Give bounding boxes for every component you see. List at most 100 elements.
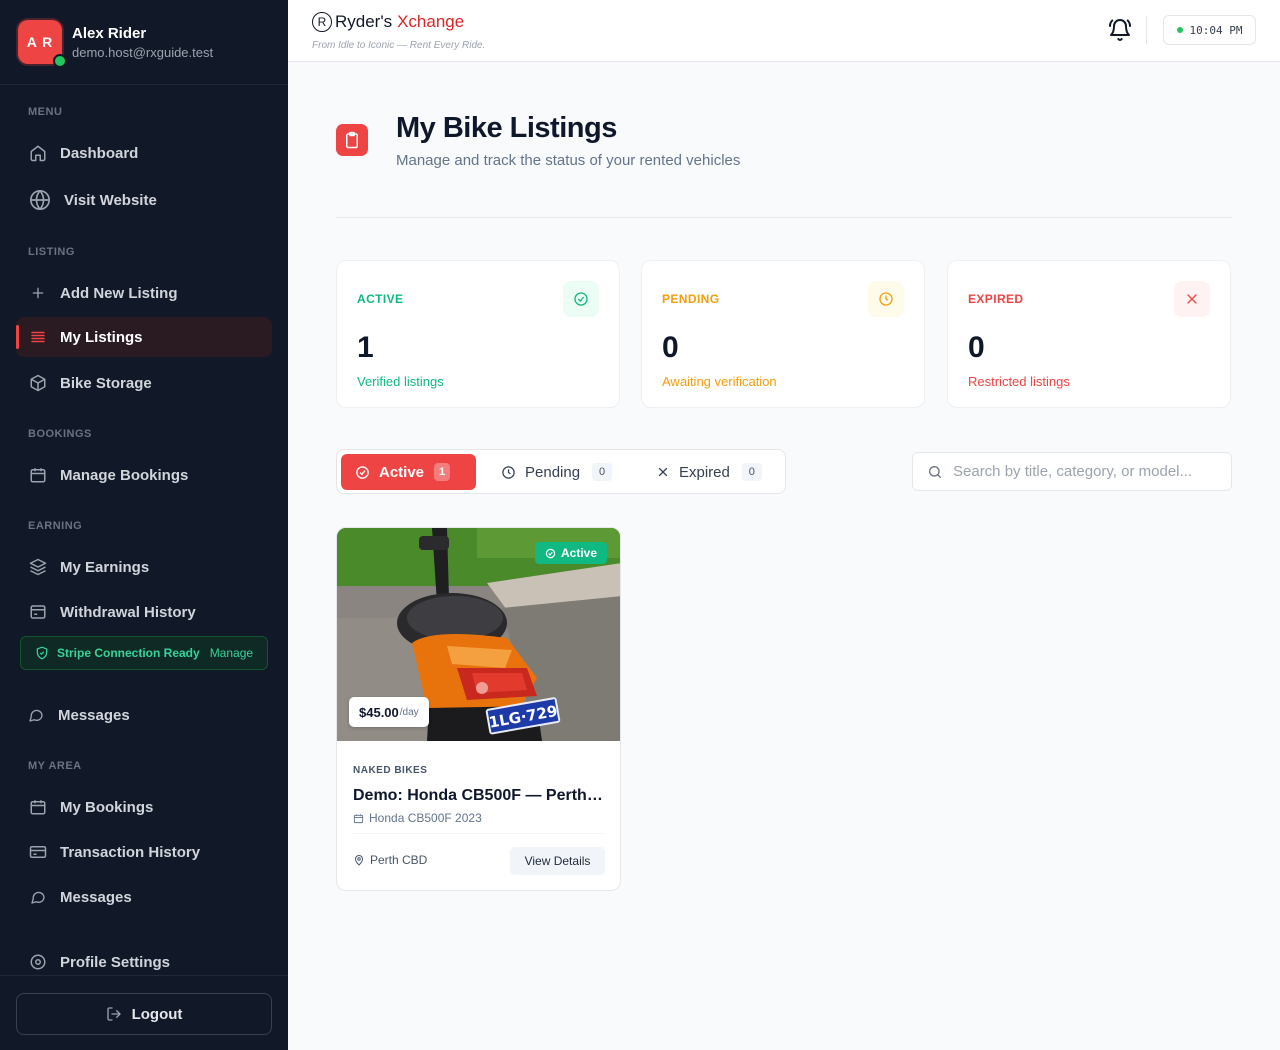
price-badge: $45.00 /day bbox=[349, 697, 429, 727]
settings-icon bbox=[28, 952, 48, 972]
listing-model-text: Honda CB500F 2023 bbox=[369, 811, 482, 825]
price-unit: /day bbox=[399, 706, 419, 718]
listing-location: Perth CBD bbox=[353, 853, 427, 867]
stripe-manage-link[interactable]: Manage bbox=[210, 646, 253, 660]
stat-card-expired: EXPIRED 0 Restricted listings bbox=[947, 260, 1231, 408]
sidebar: A R Alex Rider demo.host@rxguide.test ME… bbox=[0, 0, 288, 1050]
sidebar-item-label: My Listings bbox=[60, 328, 143, 346]
section-divider bbox=[336, 217, 1232, 218]
search-box bbox=[912, 452, 1232, 491]
stat-value: 1 bbox=[357, 331, 374, 364]
stat-label: ACTIVE bbox=[357, 292, 404, 306]
sidebar-item-label: Withdrawal History bbox=[60, 603, 196, 621]
logout-button[interactable]: Logout bbox=[16, 993, 272, 1035]
calendar-icon bbox=[28, 797, 48, 817]
sidebar-item-my-bookings[interactable]: My Bookings bbox=[16, 787, 272, 827]
sidebar-item-label: Dashboard bbox=[60, 144, 139, 162]
home-icon bbox=[28, 143, 48, 163]
tab-active[interactable]: Active 1 bbox=[341, 454, 476, 490]
sidebar-item-label: Bike Storage bbox=[60, 374, 152, 392]
tab-expired[interactable]: Expired 0 bbox=[642, 454, 776, 490]
listing-model: Honda CB500F 2023 bbox=[353, 811, 482, 825]
section-bookings: BOOKINGS bbox=[28, 428, 92, 440]
sidebar-item-label: Messages bbox=[58, 706, 130, 724]
stat-card-pending: PENDING 0 Awaiting verification bbox=[641, 260, 925, 408]
brand-tagline: From Idle to Iconic — Rent Every Ride. bbox=[312, 40, 486, 51]
stat-label: EXPIRED bbox=[968, 292, 1024, 306]
wallet-icon bbox=[28, 602, 48, 622]
clock-display: 10:04 PM bbox=[1163, 15, 1256, 45]
credit-card-icon bbox=[28, 842, 48, 862]
view-details-button[interactable]: View Details bbox=[510, 847, 605, 875]
sidebar-item-manage-bookings[interactable]: Manage Bookings bbox=[16, 455, 272, 495]
avatar[interactable]: A R bbox=[18, 20, 67, 68]
sidebar-item-label: Visit Website bbox=[64, 191, 157, 209]
card-divider bbox=[353, 833, 605, 834]
sidebar-item-dashboard[interactable]: Dashboard bbox=[16, 133, 272, 173]
search-input[interactable] bbox=[953, 463, 1213, 480]
calendar-icon bbox=[28, 465, 48, 485]
sidebar-item-withdrawal-history[interactable]: Withdrawal History bbox=[16, 592, 272, 632]
stat-description: Awaiting verification bbox=[662, 374, 777, 389]
check-circle-icon bbox=[545, 548, 556, 559]
shield-check-icon bbox=[35, 646, 49, 660]
tab-pending[interactable]: Pending 0 bbox=[487, 454, 626, 490]
clock-icon bbox=[868, 281, 904, 317]
stat-card-active: ACTIVE 1 Verified listings bbox=[336, 260, 620, 408]
chat-icon bbox=[26, 705, 46, 725]
clock-time: 10:04 PM bbox=[1189, 23, 1243, 37]
sidebar-item-label: My Earnings bbox=[60, 558, 150, 576]
layers-icon bbox=[28, 557, 48, 577]
header-divider bbox=[1146, 16, 1147, 44]
clock-status-dot bbox=[1176, 27, 1183, 33]
listing-location-text: Perth CBD bbox=[370, 853, 428, 867]
sidebar-item-label: Manage Bookings bbox=[60, 466, 189, 484]
clock-icon bbox=[501, 465, 516, 480]
sidebar-item-my-earnings[interactable]: My Earnings bbox=[16, 547, 272, 587]
brand-name-primary: Ryder's bbox=[335, 12, 393, 31]
globe-icon bbox=[28, 188, 52, 212]
clipboard-icon bbox=[336, 124, 368, 156]
sidebar-item-messages-2[interactable]: Messages bbox=[16, 877, 272, 917]
avatar-initials: A R bbox=[26, 34, 54, 50]
tab-count: 1 bbox=[434, 463, 451, 481]
brand-mark: R bbox=[312, 12, 332, 32]
brand-name-accent: Xchange bbox=[397, 12, 465, 31]
listing-title[interactable]: Demo: Honda CB500F — Perth CBD bbox=[353, 787, 606, 805]
sidebar-item-label: Profile Settings bbox=[60, 953, 171, 971]
stat-value: 0 bbox=[662, 331, 679, 364]
tab-label: Expired bbox=[679, 463, 730, 481]
online-status-dot bbox=[53, 54, 67, 68]
listing-category: NAKED BIKES bbox=[353, 765, 428, 776]
check-circle-icon bbox=[563, 281, 599, 317]
chat-icon bbox=[28, 887, 48, 907]
listing-photo[interactable]: 1LG·729 Active $45.00 /day bbox=[337, 528, 620, 741]
tab-count: 0 bbox=[592, 463, 613, 481]
stat-description: Restricted listings bbox=[968, 374, 1070, 389]
sidebar-item-label: My Bookings bbox=[60, 798, 154, 816]
sidebar-item-my-listings[interactable]: My Listings bbox=[16, 317, 272, 357]
sidebar-item-visit-website[interactable]: Visit Website bbox=[16, 180, 272, 220]
tab-count: 0 bbox=[741, 463, 762, 481]
status-badge: Active bbox=[535, 542, 608, 564]
profile-block: A R Alex Rider demo.host@rxguide.test bbox=[0, 0, 288, 85]
listing-status-tabs: Active 1 Pending 0 Expired 0 bbox=[336, 449, 786, 494]
price-amount: $45.00 bbox=[359, 704, 399, 720]
sidebar-item-label: Add New Listing bbox=[60, 284, 178, 302]
stripe-status-label: Stripe Connection Ready bbox=[57, 646, 200, 660]
stat-description: Verified listings bbox=[357, 374, 444, 389]
logout-area: Logout bbox=[0, 975, 288, 1050]
sidebar-item-transaction-history[interactable]: Transaction History bbox=[16, 832, 272, 872]
logout-icon bbox=[106, 1006, 122, 1022]
brand-logo[interactable]: R Ryder's Xchange bbox=[312, 12, 464, 32]
notification-bell-icon[interactable] bbox=[1108, 18, 1132, 47]
search-icon bbox=[927, 464, 943, 480]
sidebar-item-messages[interactable]: Messages bbox=[14, 695, 270, 735]
listing-card[interactable]: 1LG·729 Active $45.00 /day NAKED BIKES D… bbox=[336, 527, 621, 891]
top-header: R Ryder's Xchange From Idle to Iconic — … bbox=[288, 0, 1280, 62]
map-pin-icon bbox=[353, 854, 365, 866]
sidebar-item-add-listing[interactable]: Add New Listing bbox=[16, 273, 272, 313]
sidebar-item-bike-storage[interactable]: Bike Storage bbox=[16, 363, 272, 403]
x-icon bbox=[1174, 281, 1210, 317]
stat-label: PENDING bbox=[662, 292, 720, 306]
